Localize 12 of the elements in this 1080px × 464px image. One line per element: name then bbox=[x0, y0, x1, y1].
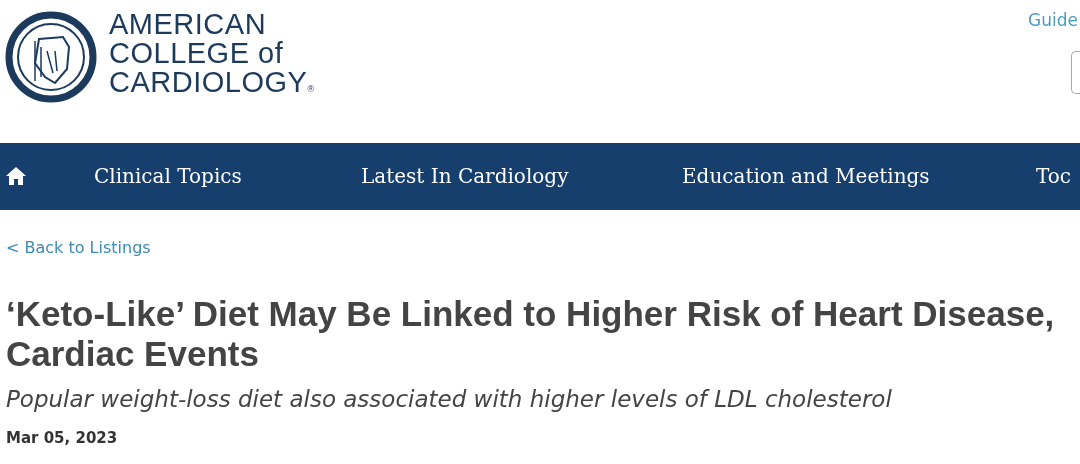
home-icon[interactable] bbox=[5, 166, 27, 186]
nav-link[interactable]: Clinical Topics bbox=[94, 143, 242, 210]
article-date: Mar 05, 2023 bbox=[6, 427, 119, 449]
back-link[interactable]: < Back to Listings bbox=[6, 238, 151, 257]
article-title: ‘Keto-Like’ Diet May Be Linked to Higher Risk of Heart Disease, Cardiac Events bbox=[6, 294, 1056, 374]
nav-link[interactable]: Toc bbox=[1036, 143, 1072, 210]
logo-emblem-icon bbox=[5, 11, 97, 103]
nav-link[interactable]: Latest In Cardiology bbox=[361, 143, 569, 210]
logo-text: AMERICAN COLLEGE of CARDIOLOGY® bbox=[109, 10, 315, 100]
search-field[interactable] bbox=[1071, 51, 1080, 94]
article-subtitle: Popular weight-loss diet also associated with higher levels of LDL cholesterol bbox=[6, 385, 893, 414]
nav-link[interactable]: Education and Meetings bbox=[682, 143, 930, 210]
